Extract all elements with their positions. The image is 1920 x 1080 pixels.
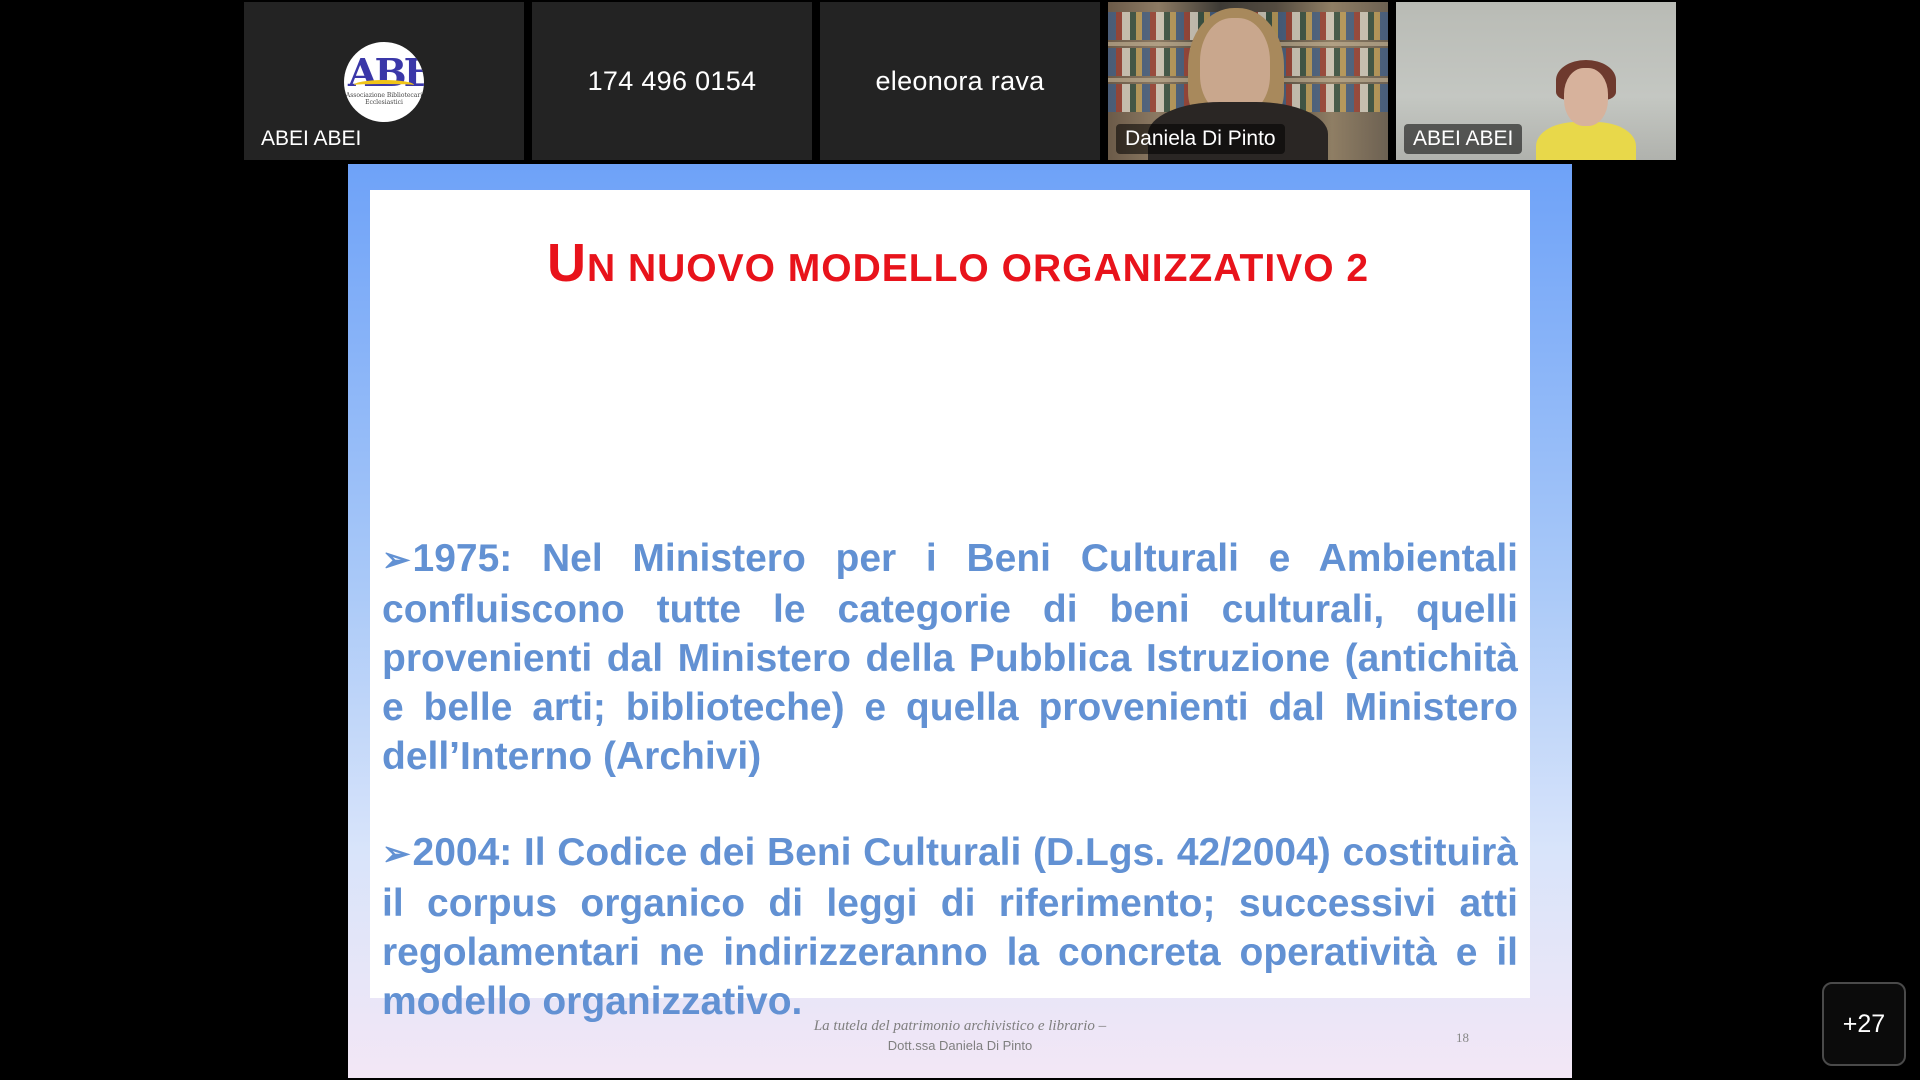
participant-tile-eleonora[interactable]: eleonora rava	[820, 2, 1100, 160]
bullet-arrow-icon: ➢	[382, 541, 411, 579]
slide-bullet: ➢1975: Nel Ministero per i Beni Cultural…	[382, 537, 1518, 778]
slide-content-area: UN NUOVO MODELLO ORGANIZZATIVO 2 ➢1975: …	[370, 190, 1530, 1023]
participant-name: 174 496 0154	[587, 66, 757, 96]
participant-name: ABEI ABEI	[1404, 124, 1523, 154]
participant-strip: ABE Associazione Bibliotecari Ecclesiast…	[244, 2, 1676, 160]
participant-tile-phone[interactable]: 174 496 0154	[532, 2, 812, 160]
shared-screen-slide: UN NUOVO MODELLO ORGANIZZATIVO 2 ➢1975: …	[348, 164, 1572, 1078]
slide-bullet: ➢2004: Il Codice dei Beni Culturali (D.L…	[382, 831, 1518, 1023]
slide-footer-title: La tutela del patrimonio archivistico e …	[813, 1018, 1107, 1034]
slide-page-number: 18	[1456, 1030, 1469, 1045]
participant-name: Daniela Di Pinto	[1116, 124, 1285, 154]
participant-tile-abei-logo[interactable]: ABE Associazione Bibliotecari Ecclesiast…	[244, 2, 524, 160]
slide-footer-author: Dott.ssa Daniela Di Pinto	[887, 1038, 1033, 1053]
more-participants-button[interactable]: +27	[1822, 982, 1906, 1066]
abei-logo: ABE Associazione Bibliotecari Ecclesiast…	[344, 42, 424, 122]
bullet-arrow-icon: ➢	[382, 835, 411, 873]
participant-tile-video-abei[interactable]: ABEI ABEI	[1396, 2, 1676, 160]
participant-name: eleonora rava	[875, 66, 1045, 96]
participant-name: ABEI ABEI	[261, 127, 362, 150]
participant-tile-video-daniela[interactable]: Daniela Di Pinto	[1108, 2, 1388, 160]
slide-title: UN NUOVO MODELLO ORGANIZZATIVO 2	[546, 233, 1370, 293]
